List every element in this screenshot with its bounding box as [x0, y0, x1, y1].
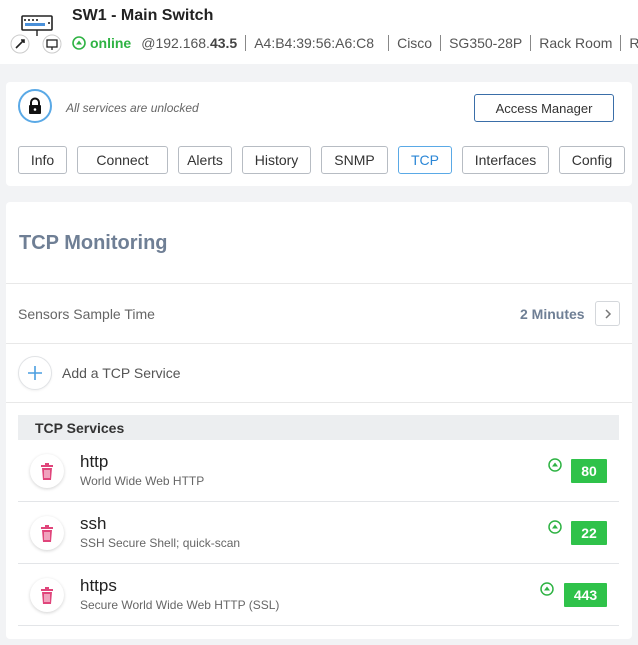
service-name: http [80, 452, 109, 471]
device-meta: online @192.168.43.5 A4:B4:39:56:A6:C8 C… [72, 33, 638, 53]
add-tcp-service-label[interactable]: Add a TCP Service [62, 365, 181, 381]
divider [6, 402, 632, 403]
tab-info[interactable]: Info [18, 146, 67, 174]
service-description: Secure World Wide Web HTTP (SSL) [80, 598, 280, 612]
device-header: SW1 - Main Switch online @192.168.43.5 A… [0, 0, 638, 64]
separator [440, 35, 442, 51]
service-description: World Wide Web HTTP [80, 474, 205, 488]
separator [530, 35, 532, 51]
vendor: Cisco [397, 35, 433, 51]
separator [620, 35, 622, 51]
plus-icon [28, 366, 42, 380]
status-text: online [90, 35, 132, 51]
status-up-icon [540, 582, 554, 596]
separator [388, 35, 390, 51]
service-description: SSH Secure Shell; quick-scan [80, 536, 241, 550]
delete-service-button[interactable] [30, 578, 64, 612]
divider [6, 283, 632, 284]
access-card: All services are unlocked Access Manager… [6, 82, 632, 186]
trash-icon [41, 524, 53, 542]
status-up-icon [72, 36, 86, 50]
chevron-right-icon [604, 308, 611, 319]
device-name: SW1 - Main Switch [72, 7, 214, 24]
access-status: All services are unlocked [66, 101, 199, 115]
status-up-icon [548, 458, 562, 472]
delete-service-button[interactable] [30, 454, 64, 488]
tab-history[interactable]: History [242, 146, 311, 174]
sample-time-value[interactable]: 2 Minutes [520, 306, 585, 322]
trash-icon [41, 462, 53, 480]
tab-bar: Info Connect Alerts History SNMP TCP Int… [18, 146, 628, 174]
trash-icon [41, 586, 53, 604]
add-tcp-service-button[interactable] [18, 356, 52, 390]
tcp-card: TCP Monitoring Sensors Sample Time 2 Min… [6, 202, 632, 639]
list-header-label: TCP Services [35, 420, 125, 436]
lock-icon [29, 97, 41, 114]
port-badge: 80 [571, 459, 607, 483]
ip-address: @192.168.43.5 [141, 35, 238, 51]
port-badge: 22 [571, 521, 607, 545]
tab-interfaces[interactable]: Interfaces [462, 146, 549, 174]
mac-address: A4:B4:39:56:A6:C8 [254, 35, 375, 51]
switch-icon [10, 15, 62, 54]
page-title: TCP Monitoring [19, 232, 168, 254]
table-row: http World Wide Web HTTP 80 [18, 442, 619, 502]
location: Rack Room [539, 35, 613, 51]
access-manager-button[interactable]: Access Manager [474, 94, 614, 122]
extra-field: Ra [629, 35, 638, 51]
tab-snmp[interactable]: SNMP [321, 146, 388, 174]
sample-time-label: Sensors Sample Time [18, 306, 155, 322]
lock-button[interactable] [18, 89, 52, 123]
table-row: https Secure World Wide Web HTTP (SSL) 4… [18, 566, 619, 626]
table-row: ssh SSH Secure Shell; quick-scan 22 [18, 504, 619, 564]
tab-tcp[interactable]: TCP [398, 146, 452, 174]
service-name: https [80, 576, 117, 595]
delete-service-button[interactable] [30, 516, 64, 550]
service-name: ssh [80, 514, 107, 533]
divider [6, 343, 632, 344]
tab-config[interactable]: Config [559, 146, 625, 174]
model: SG350-28P [449, 35, 523, 51]
tcp-services-header: TCP Services [18, 415, 619, 440]
port-badge: 443 [564, 583, 607, 607]
separator [245, 35, 247, 51]
tab-connect[interactable]: Connect [77, 146, 168, 174]
status-up-icon [548, 520, 562, 534]
tab-alerts[interactable]: Alerts [178, 146, 232, 174]
sample-time-button[interactable] [595, 301, 620, 326]
